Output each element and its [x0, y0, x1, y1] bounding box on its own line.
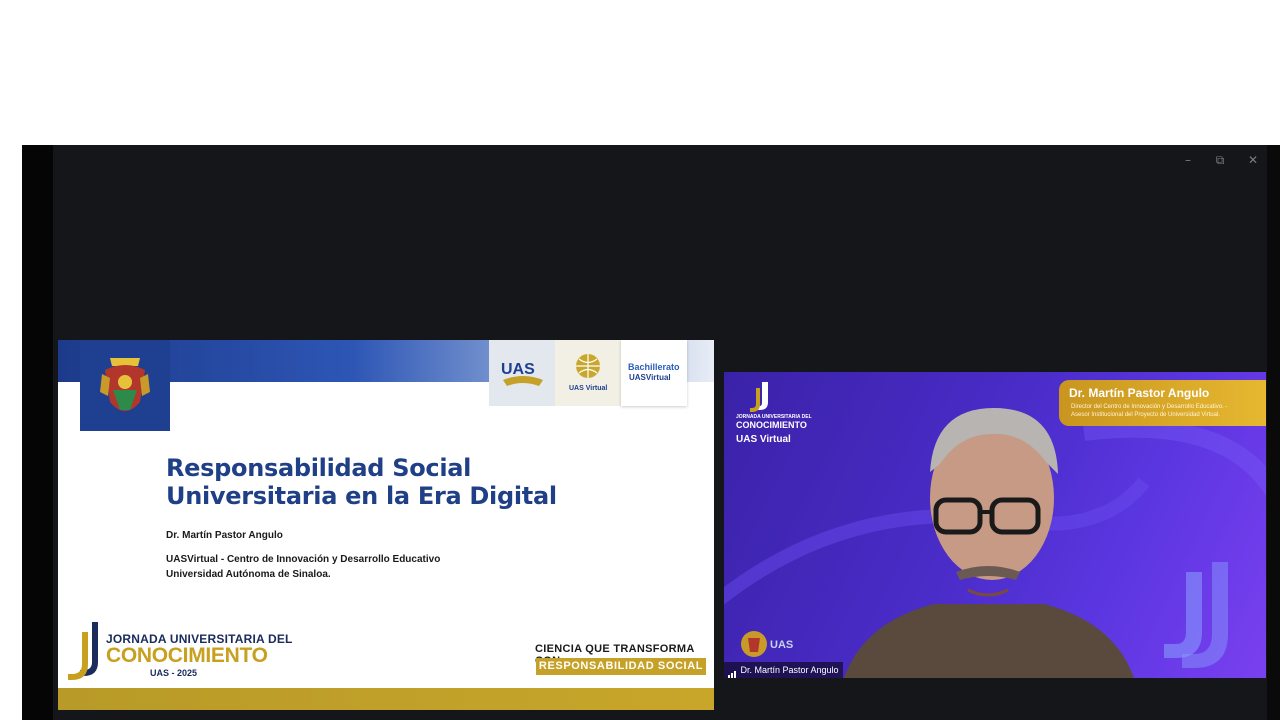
participant-name-label: Dr. Martín Pastor Angulo: [724, 662, 843, 678]
uas-crest-logo: [80, 340, 170, 431]
globe-icon: UAS Virtual: [569, 354, 607, 392]
svg-text:Bachillerato: Bachillerato: [628, 362, 680, 372]
svg-text:UAS: UAS: [770, 639, 793, 651]
left-black-bar: [22, 145, 53, 720]
bachillerato-logo: Bachillerato UASVirtual: [621, 340, 687, 406]
slide-footer-band: [58, 688, 714, 710]
nameplate-role-1: Director del Centro de Innovación y Desa…: [1071, 404, 1228, 410]
close-icon[interactable]: ✕: [1242, 151, 1264, 169]
slide-affiliation-1: UASVirtual - Centro de Innovación y Desa…: [166, 554, 441, 565]
right-edge-strip: [1267, 145, 1280, 720]
shared-slide: UAS UAS Virtual Bachillerato UASVirtual …: [58, 340, 714, 710]
jornada-title-line2: CONOCIMIENTO: [106, 644, 268, 667]
uas-logo: UAS: [489, 340, 555, 406]
nameplate-role-2: Asesor Institucional del Proyecto de Uni…: [1071, 412, 1220, 418]
svg-text:UAS Virtual: UAS Virtual: [569, 385, 607, 392]
slide-title-line2: Universitaria en la Era Digital: [166, 482, 557, 510]
jornada-year: UAS - 2025: [150, 668, 198, 678]
slogan-line2-badge: RESPONSABILIDAD SOCIAL: [536, 658, 706, 675]
slide-title: Responsabilidad Social Universitaria en …: [166, 454, 557, 510]
svg-text:UASVirtual: UASVirtual: [629, 373, 671, 382]
crest-icon: [80, 340, 170, 431]
participant-name: Dr. Martín Pastor Angulo: [740, 665, 839, 675]
uas-logo-icon: UAS: [501, 361, 543, 386]
uasvirtual-logo: UAS Virtual: [555, 340, 621, 406]
slide-author: Dr. Martín Pastor Angulo: [166, 530, 283, 541]
video-logo-line3: UAS Virtual: [736, 434, 791, 445]
minimize-icon[interactable]: –: [1177, 151, 1199, 169]
speaker-nameplate: Dr. Martín Pastor Angulo Director del Ce…: [1059, 380, 1266, 426]
restore-icon[interactable]: ⧉: [1209, 151, 1231, 169]
signal-bars-icon: [728, 667, 738, 678]
svg-text:UAS: UAS: [501, 361, 535, 378]
slide-title-line1: Responsabilidad Social: [166, 454, 472, 482]
bachillerato-logo-art: Bachillerato UASVirtual: [628, 362, 680, 382]
nameplate-name: Dr. Martín Pastor Angulo: [1069, 386, 1210, 400]
video-logo-line2: CONOCIMIENTO: [736, 420, 807, 430]
slide-affiliation-2: Universidad Autónoma de Sinaloa.: [166, 569, 331, 580]
speaker-video-tile[interactable]: UAS JORNADA UNIVERSITARIA DEL CONOCIMIEN…: [724, 372, 1266, 678]
jornada-logo-icon: [68, 622, 98, 680]
